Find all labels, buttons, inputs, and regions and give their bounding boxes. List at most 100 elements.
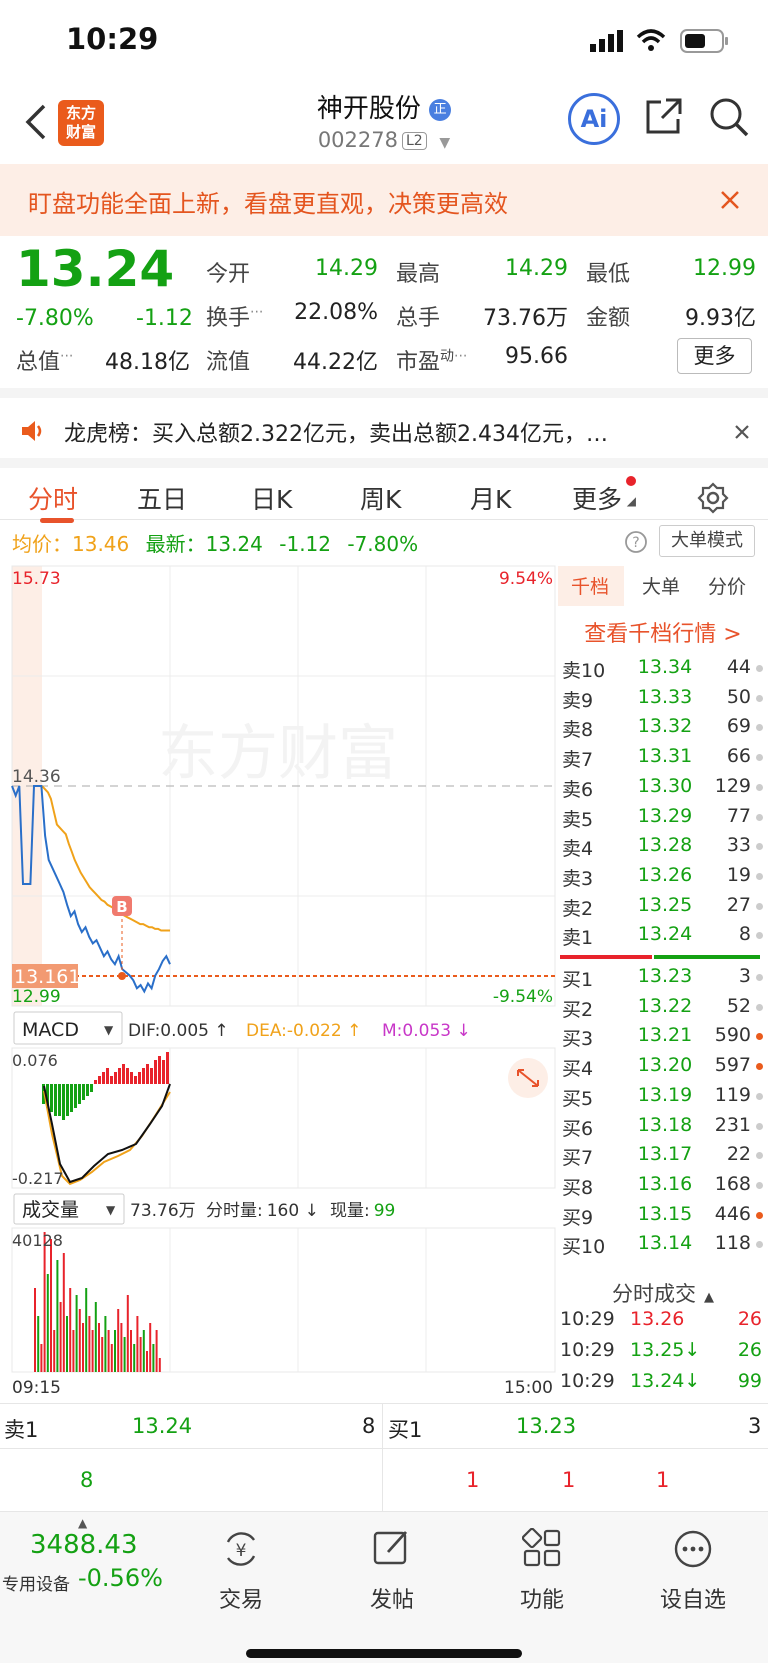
marker-label: B bbox=[116, 898, 127, 916]
level-volume: 66 bbox=[726, 745, 751, 768]
time-sales-header[interactable]: 分时成交 ▲ bbox=[558, 1278, 768, 1308]
mktcap-label[interactable]: 总值··· bbox=[16, 344, 73, 376]
more-button[interactable]: 更多 bbox=[677, 338, 752, 374]
tab-watchlist[interactable]: 设自选 bbox=[638, 1582, 748, 1614]
orderbook-row[interactable]: 卖7 13.31 66 bbox=[560, 745, 765, 775]
close-icon[interactable] bbox=[734, 424, 750, 440]
orderbook-row[interactable]: 买10 13.14 118 bbox=[560, 1232, 765, 1262]
current-price: 13.24 bbox=[16, 240, 175, 298]
watchlist-icon bbox=[674, 1530, 712, 1568]
orderbook-row[interactable]: 卖1 13.24 8 bbox=[560, 923, 765, 953]
tab-five-day[interactable]: 五日 bbox=[137, 480, 187, 516]
volume-bar bbox=[50, 1239, 52, 1372]
gear-icon[interactable] bbox=[697, 482, 729, 514]
orderbook-row[interactable]: 卖10 13.34 44 bbox=[560, 656, 765, 686]
sale-time: 10:29 bbox=[560, 1339, 615, 1361]
tab-post[interactable]: 发帖 bbox=[337, 1582, 447, 1614]
svg-text:?: ? bbox=[632, 535, 639, 551]
turnover-label[interactable]: 换手··· bbox=[206, 300, 263, 332]
level1-strip: 卖1 13.24 8 买1 13.23 3 8 1 1 1 bbox=[0, 1403, 768, 1512]
strip-sell-vol: 8 bbox=[362, 1414, 376, 1438]
orderbook-row[interactable]: 卖5 13.29 77 bbox=[560, 805, 765, 835]
banner-text: 盯盘功能全面上新，看盘更直观，决策更高效 bbox=[28, 190, 508, 218]
strip-row2-c: 1 bbox=[562, 1468, 576, 1492]
level-volume: 597 bbox=[714, 1054, 751, 1077]
macd-bar bbox=[86, 1084, 89, 1096]
ai-button[interactable]: Ai bbox=[568, 93, 620, 145]
post-icon bbox=[373, 1531, 408, 1565]
orderbook-row[interactable]: 买3 13.21 590 bbox=[560, 1024, 765, 1054]
level-price: 13.14 bbox=[637, 1232, 693, 1255]
orderbook-row[interactable]: 买8 13.16 168 bbox=[560, 1173, 765, 1203]
help-icon[interactable]: ? bbox=[624, 530, 648, 554]
bid-ask-divider bbox=[560, 955, 760, 959]
macd-label: MACD bbox=[22, 1019, 79, 1041]
index-value[interactable]: 3488.43 bbox=[30, 1530, 138, 1560]
volume-bar bbox=[107, 1330, 110, 1372]
macd-histogram bbox=[42, 1052, 169, 1120]
tab-daily-k[interactable]: 日K bbox=[251, 480, 292, 516]
orderbook-row[interactable]: 买6 13.18 231 bbox=[560, 1114, 765, 1144]
macd-bar bbox=[158, 1056, 161, 1084]
orderbook-row[interactable]: 卖3 13.26 19 bbox=[560, 864, 765, 894]
level-price: 13.20 bbox=[637, 1054, 693, 1077]
level-price: 13.31 bbox=[637, 745, 693, 768]
orderbook-row[interactable]: 买9 13.15 446 bbox=[560, 1203, 765, 1233]
level-dot bbox=[756, 1211, 763, 1219]
orderbook-row[interactable]: 卖6 13.30 129 bbox=[560, 775, 765, 805]
level-label: 卖1 bbox=[562, 927, 594, 950]
level-volume: 44 bbox=[726, 656, 751, 678]
close-icon[interactable] bbox=[720, 190, 740, 210]
macd-bar bbox=[138, 1072, 141, 1084]
big-order-mode-button[interactable]: 大单模式 bbox=[659, 525, 755, 557]
macd-dif: DIF:0.005 ↑ bbox=[128, 1021, 229, 1041]
volume-bar bbox=[114, 1330, 116, 1372]
tab-big-orders[interactable]: 大单 bbox=[642, 572, 680, 599]
level-volume: 231 bbox=[714, 1113, 751, 1136]
macd-bar bbox=[118, 1068, 121, 1084]
tab-more[interactable]: 更多 ◢ bbox=[572, 476, 637, 516]
promo-banner[interactable]: 盯盘功能全面上新，看盘更直观，决策更高效 bbox=[0, 164, 768, 236]
orderbook-row[interactable]: 买2 13.22 52 bbox=[560, 995, 765, 1025]
info-icon: ··· bbox=[250, 304, 264, 321]
volume-bar bbox=[130, 1330, 132, 1372]
macd-bar bbox=[150, 1068, 153, 1084]
orderbook-row[interactable]: 买1 13.23 3 bbox=[560, 965, 765, 995]
orderbook-row[interactable]: 卖9 13.33 50 bbox=[560, 686, 765, 716]
x-end-label: 15:00 bbox=[504, 1378, 553, 1398]
orderbook-row[interactable]: 卖8 13.32 69 bbox=[560, 715, 765, 745]
dragon-tiger-notice[interactable]: 龙虎榜：买入总额2.322亿元，卖出总额2.434亿元，… bbox=[0, 388, 768, 458]
intraday-chart[interactable]: 东方财富 B 13.161 15.73 9.54% 14.36 12.99 -9… bbox=[0, 564, 556, 1404]
level-price: 13.22 bbox=[637, 994, 693, 1017]
macd-bar bbox=[142, 1068, 145, 1084]
tab-weekly-k[interactable]: 周K bbox=[360, 480, 401, 516]
orderbook-row[interactable]: 买4 13.20 597 bbox=[560, 1054, 765, 1084]
view-thousand-levels-link[interactable]: 查看千档行情 > bbox=[558, 616, 768, 648]
dragon-tiger-text: 龙虎榜：买入总额2.322亿元，卖出总额2.434亿元，… bbox=[64, 422, 608, 447]
orderbook-row[interactable]: 买7 13.17 22 bbox=[560, 1143, 765, 1173]
macd-bar bbox=[146, 1064, 149, 1084]
float-value: 44.22亿 bbox=[293, 350, 378, 375]
orderbook-row[interactable]: 买5 13.19 119 bbox=[560, 1084, 765, 1114]
volume-bar bbox=[146, 1351, 148, 1372]
pe-label[interactable]: 市盈动··· bbox=[396, 344, 467, 376]
level-price: 13.15 bbox=[637, 1202, 693, 1225]
level-label: 买5 bbox=[562, 1087, 594, 1110]
index-name: 专用设备 bbox=[2, 1575, 70, 1595]
tab-thousand-levels[interactable]: 千档 bbox=[571, 572, 609, 599]
tab-price-split[interactable]: 分价 bbox=[708, 572, 746, 599]
level-label: 卖10 bbox=[562, 660, 606, 682]
tab-trade[interactable]: 交易 bbox=[186, 1582, 296, 1614]
search-icon[interactable] bbox=[708, 96, 750, 138]
level-label: 买2 bbox=[562, 998, 594, 1021]
tab-monthly-k[interactable]: 月K bbox=[470, 480, 511, 516]
share-icon[interactable] bbox=[644, 96, 684, 136]
macd-bar bbox=[98, 1076, 101, 1084]
tab-intraday[interactable]: 分时 bbox=[28, 480, 78, 516]
tab-function[interactable]: 功能 bbox=[487, 1582, 597, 1614]
level-label: 卖3 bbox=[562, 867, 594, 890]
orderbook-row[interactable]: 卖2 13.25 27 bbox=[560, 894, 765, 924]
change-pct: -7.80% bbox=[16, 306, 94, 331]
level-label: 买1 bbox=[562, 969, 594, 991]
orderbook-row[interactable]: 卖4 13.28 33 bbox=[560, 834, 765, 864]
